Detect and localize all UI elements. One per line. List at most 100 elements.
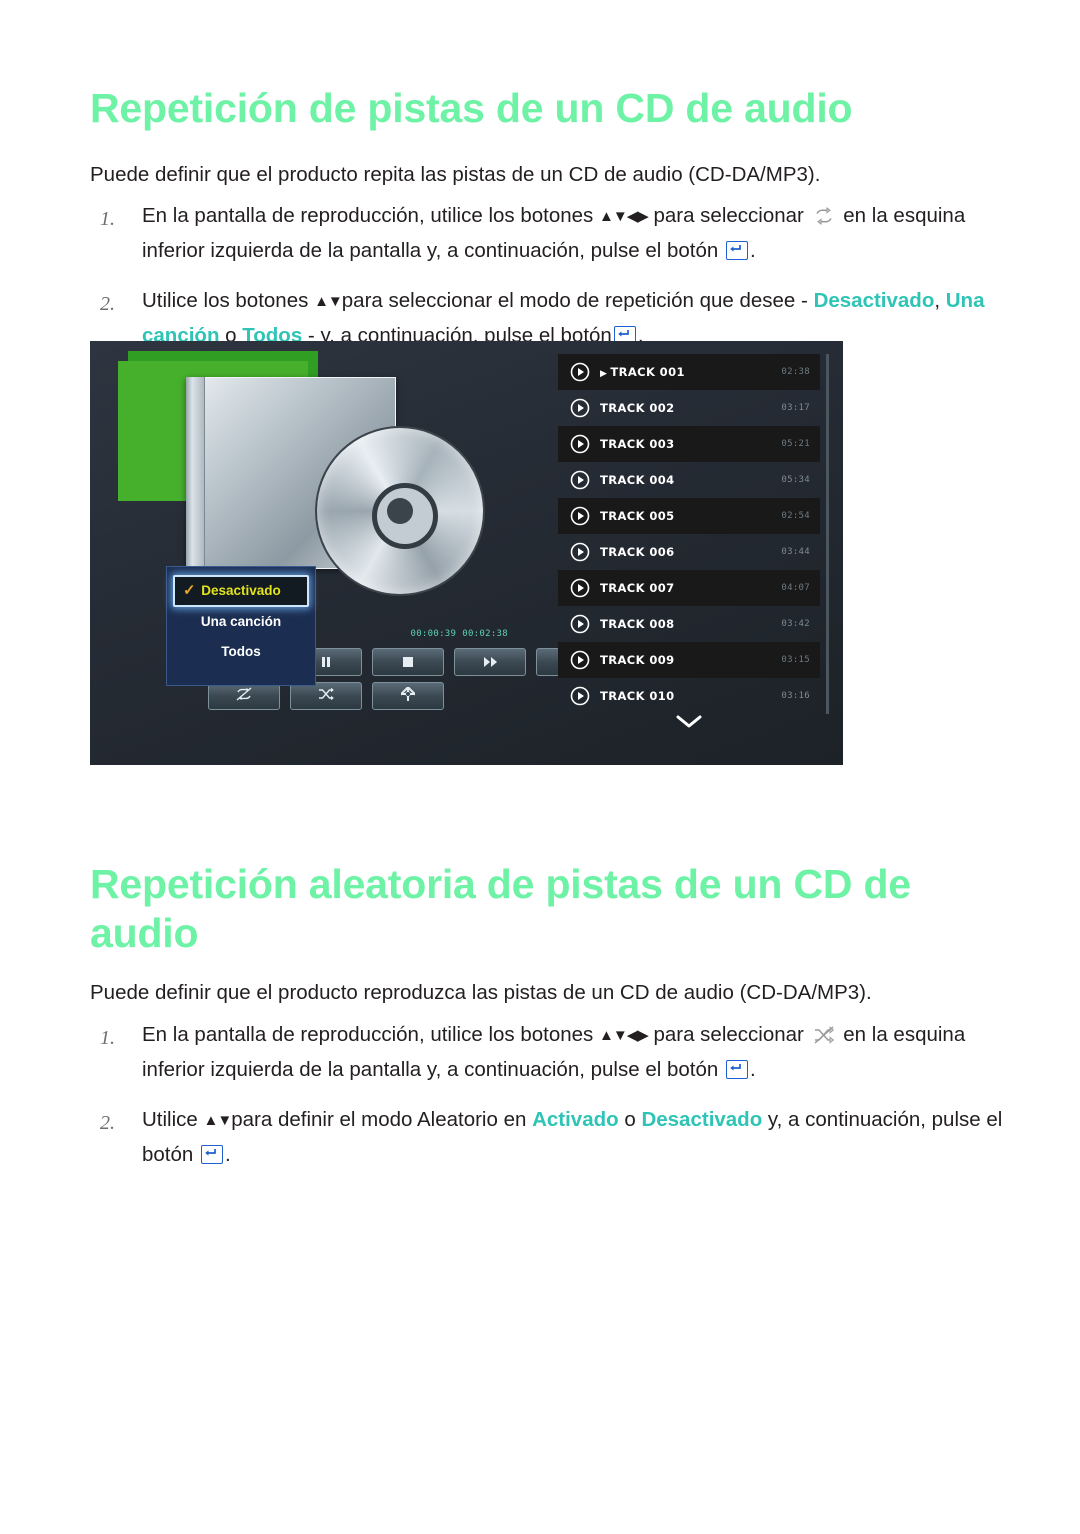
track-title: TRACK 005 [600, 509, 675, 523]
table-row[interactable]: TRACK 008 03:42 [558, 606, 820, 642]
step-number: 2. [100, 293, 115, 315]
repeat-icon [813, 207, 835, 225]
popup-item-desactivado[interactable]: ✓ Desactivado [173, 575, 309, 607]
list-item: 2. Utilice ▲▼para definir el modo Aleato… [90, 1103, 1020, 1172]
table-row[interactable]: ▶ TRACK 001 02:38 [558, 354, 820, 390]
play-circle-icon [570, 650, 590, 670]
track-duration: 03:15 [781, 655, 810, 665]
step-text-a: Utilice los botones [142, 289, 315, 312]
play-circle-icon [570, 470, 590, 490]
play-circle-icon [570, 578, 590, 598]
section2-heading-wrapper: Repetición aleatoria de pistas de un CD … [90, 860, 1010, 958]
track-label: TRACK 004 [600, 473, 781, 487]
popup-item-label: Todos [221, 644, 261, 659]
table-row[interactable]: TRACK 009 03:15 [558, 642, 820, 678]
step-number: 1. [100, 1027, 115, 1049]
track-title: TRACK 010 [600, 689, 675, 703]
track-duration: 03:17 [781, 403, 810, 413]
play-circle-icon [570, 434, 590, 454]
enter-button-icon [201, 1145, 223, 1164]
table-row[interactable]: TRACK 010 03:16 [558, 678, 820, 714]
track-title: TRACK 006 [600, 545, 675, 559]
list-item: 1. En la pantalla de reproducción, utili… [90, 199, 1020, 268]
step-text-b: para seleccionar [647, 204, 810, 227]
section2-steps: 1. En la pantalla de reproducción, utili… [90, 1018, 1020, 1188]
track-label: TRACK 008 [600, 617, 781, 631]
dpad-arrows-glyph: ▲▼◀▶ [599, 208, 649, 225]
cd-disc-icon [315, 426, 485, 596]
table-row[interactable]: TRACK 007 04:07 [558, 570, 820, 606]
table-row[interactable]: TRACK 003 05:21 [558, 426, 820, 462]
track-title: TRACK 004 [600, 473, 675, 487]
step-text-d: . [749, 1058, 756, 1081]
jewel-case-spine [186, 377, 205, 567]
option-desactivado: Desactivado [813, 289, 935, 312]
section1-heading-wrapper: Repetición de pistas de un CD de audio [90, 84, 1010, 133]
fast-forward-button[interactable] [454, 648, 526, 676]
track-label: TRACK 002 [600, 401, 781, 415]
jewel-case [186, 377, 485, 596]
section2-intro: Puede definir que el producto reproduzca… [90, 981, 872, 1004]
stop-button[interactable] [372, 648, 444, 676]
track-label: ▶ TRACK 001 [600, 365, 781, 379]
repeat-mode-popup[interactable]: ✓ Desactivado Una canción Todos [166, 566, 316, 686]
track-duration: 04:07 [781, 583, 810, 593]
dpad-arrows-glyph: ▲▼◀▶ [599, 1027, 649, 1044]
popup-item-una-cancion[interactable]: Una canción [167, 607, 315, 637]
track-duration: 05:34 [781, 475, 810, 485]
track-label: TRACK 006 [600, 545, 781, 559]
track-label: TRACK 010 [600, 689, 781, 703]
play-circle-icon [570, 686, 590, 706]
popup-item-label: Una canción [200, 614, 282, 629]
step-text-d: . [749, 239, 756, 262]
settings-button[interactable] [372, 682, 444, 710]
step-sep-1: o [618, 1108, 642, 1131]
table-row[interactable]: TRACK 006 03:44 [558, 534, 820, 570]
track-label: TRACK 009 [600, 653, 781, 667]
chevron-down-icon[interactable] [558, 714, 820, 735]
play-circle-icon [570, 614, 590, 634]
player-screenshot: 00:00:39 00:02:38 ✓ Desactivado Una canci… [90, 341, 843, 765]
track-label: TRACK 005 [600, 509, 781, 523]
enter-button-icon [725, 241, 748, 260]
time-display: 00:00:39 00:02:38 [411, 629, 509, 639]
track-title: TRACK 002 [600, 401, 675, 415]
step-text-d: . [225, 1143, 231, 1166]
track-duration: 03:16 [781, 691, 810, 701]
step-number: 1. [100, 208, 115, 230]
table-row[interactable]: TRACK 004 05:34 [558, 462, 820, 498]
play-circle-icon [570, 506, 590, 526]
option-activado: Activado [532, 1108, 619, 1131]
updown-arrows-glyph: ▲▼ [314, 293, 343, 310]
track-duration: 05:21 [781, 439, 810, 449]
enter-button-icon [725, 1060, 748, 1079]
step-text-b: para definir el modo Aleatorio en [231, 1108, 533, 1131]
disc-hub [387, 498, 413, 524]
updown-arrows-glyph: ▲▼ [203, 1112, 233, 1129]
shuffle-off-icon [813, 1026, 835, 1044]
elapsed-time: 00:00:39 [410, 629, 457, 639]
track-title: TRACK 009 [600, 653, 675, 667]
total-time: 00:02:38 [462, 629, 508, 639]
track-duration: 02:38 [781, 367, 810, 377]
now-playing-cue-icon: ▶ [600, 369, 608, 379]
step-text-a: Utilice [142, 1108, 204, 1131]
option-desactivado: Desactivado [641, 1108, 763, 1131]
play-circle-icon [570, 362, 590, 382]
table-row[interactable]: TRACK 002 03:17 [558, 390, 820, 426]
track-label: TRACK 007 [600, 581, 781, 595]
shuffle-button[interactable] [290, 682, 362, 710]
popup-item-todos[interactable]: Todos [167, 637, 315, 667]
step-text-a: En la pantalla de reproducción, utilice … [142, 204, 599, 227]
track-duration: 02:54 [781, 511, 810, 521]
play-circle-icon [570, 542, 590, 562]
play-circle-icon [570, 398, 590, 418]
step-number: 2. [100, 1112, 115, 1134]
track-list: ▶ TRACK 001 02:38 TRACK 002 03:17 TRACK 0… [558, 354, 820, 714]
page-title-repeat: Repetición de pistas de un CD de audio [90, 85, 853, 131]
repeat-off-button[interactable] [208, 682, 280, 710]
track-title: TRACK 001 [610, 365, 685, 379]
track-list-scrollbar[interactable] [826, 354, 829, 714]
table-row[interactable]: TRACK 005 02:54 [558, 498, 820, 534]
track-duration: 03:44 [781, 547, 810, 557]
